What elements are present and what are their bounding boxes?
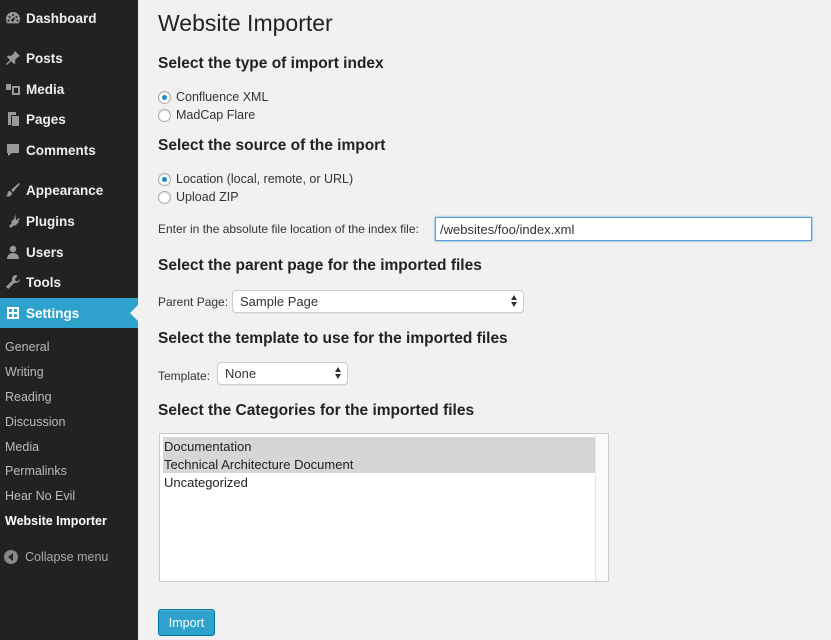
menu-item-appearance[interactable]: Appearance <box>0 175 138 205</box>
menu-item-pages[interactable]: Pages <box>0 104 138 134</box>
menu-label-users: Users <box>26 244 64 260</box>
menu-item-plugins[interactable]: Plugins <box>0 206 138 236</box>
menu-label-tools: Tools <box>26 274 61 290</box>
parent-page-value: Sample Page <box>240 294 319 309</box>
comment-icon <box>0 142 26 158</box>
file-location-label: Enter in the absolute file location of t… <box>158 222 419 236</box>
submenu-item-hear-no-evil[interactable]: Hear No Evil <box>5 489 75 503</box>
categories-listbox[interactable]: Documentation Technical Architecture Doc… <box>159 433 609 582</box>
menu-label-plugins: Plugins <box>26 213 75 229</box>
template-value: None <box>225 366 257 381</box>
category-option-uncategorized[interactable]: Uncategorized <box>163 473 596 491</box>
template-label: Template: <box>158 369 211 383</box>
menu-label-pages: Pages <box>26 111 66 127</box>
submenu-item-writing[interactable]: Writing <box>5 365 44 379</box>
plugin-icon <box>0 213 26 229</box>
submenu-item-general[interactable]: General <box>5 340 49 354</box>
menu-item-dashboard[interactable]: Dashboard <box>0 3 138 33</box>
settings-icon <box>0 305 26 321</box>
menu-label-media: Media <box>26 81 65 97</box>
main-content: Website Importer Select the type of impo… <box>158 0 831 640</box>
radio-label: Location (local, remote, or URL) <box>176 172 354 186</box>
category-option-technical-architecture[interactable]: Technical Architecture Document <box>163 455 596 473</box>
radio-button-checked[interactable] <box>158 172 171 186</box>
wrench-icon <box>0 274 26 290</box>
active-menu-arrow <box>130 305 138 321</box>
menu-label-posts: Posts <box>26 50 63 66</box>
select-arrows-icon <box>511 295 517 307</box>
page-title: Website Importer <box>158 10 333 36</box>
submenu-item-discussion[interactable]: Discussion <box>5 415 65 429</box>
menu-item-tools[interactable]: Tools <box>0 267 138 297</box>
media-icon <box>0 81 26 97</box>
brush-icon <box>0 182 26 198</box>
radio-confluence-xml[interactable]: Confluence XML <box>158 89 268 105</box>
category-option-documentation[interactable]: Documentation <box>163 437 596 455</box>
menu-item-users[interactable]: Users <box>0 237 138 267</box>
menu-item-comments[interactable]: Comments <box>0 135 138 165</box>
select-arrows-icon <box>335 367 341 379</box>
submenu-item-permalinks[interactable]: Permalinks <box>5 464 67 478</box>
radio-button-checked[interactable] <box>158 90 171 104</box>
collapse-menu-button[interactable]: Collapse menu <box>0 546 108 568</box>
radio-label: MadCap Flare <box>176 108 256 122</box>
menu-label-dashboard: Dashboard <box>26 10 97 26</box>
template-heading: Select the template to use for the impor… <box>158 330 508 347</box>
radio-location[interactable]: Location (local, remote, or URL) <box>158 171 353 187</box>
submenu-item-website-importer[interactable]: Website Importer <box>5 514 107 528</box>
collapse-menu-label: Collapse menu <box>25 550 109 564</box>
radio-upload-zip[interactable]: Upload ZIP <box>158 189 239 205</box>
file-location-input[interactable] <box>435 217 812 241</box>
categories-heading: Select the Categories for the imported f… <box>158 402 475 419</box>
submenu-item-media[interactable]: Media <box>5 440 39 454</box>
menu-item-posts[interactable]: Posts <box>0 43 138 73</box>
listbox-scrollbar[interactable] <box>595 434 608 581</box>
import-type-heading: Select the type of import index <box>158 55 384 72</box>
parent-page-select[interactable]: Sample Page <box>232 290 524 313</box>
template-select[interactable]: None <box>217 362 348 385</box>
menu-label-appearance: Appearance <box>26 182 104 198</box>
radio-label: Upload ZIP <box>176 190 239 204</box>
import-source-heading: Select the source of the import <box>158 137 386 154</box>
submenu-item-reading[interactable]: Reading <box>5 390 52 404</box>
admin-sidebar: Dashboard Posts Media Pages Comments App… <box>0 0 138 640</box>
user-icon <box>0 244 26 260</box>
radio-button[interactable] <box>158 190 171 204</box>
menu-label-settings: Settings <box>26 305 80 321</box>
pages-icon <box>0 111 26 127</box>
radio-button[interactable] <box>158 108 171 122</box>
pin-icon <box>0 50 26 66</box>
menu-item-media[interactable]: Media <box>0 74 138 104</box>
parent-page-label: Parent Page: <box>158 295 229 309</box>
import-button[interactable]: Import <box>158 609 215 636</box>
radio-label: Confluence XML <box>176 90 269 104</box>
radio-madcap-flare[interactable]: MadCap Flare <box>158 107 255 123</box>
collapse-arrow-icon <box>4 550 18 564</box>
menu-item-settings[interactable]: Settings <box>0 298 138 328</box>
parent-page-heading: Select the parent page for the imported … <box>158 257 482 274</box>
dashboard-icon <box>0 10 26 26</box>
menu-label-comments: Comments <box>26 142 96 158</box>
